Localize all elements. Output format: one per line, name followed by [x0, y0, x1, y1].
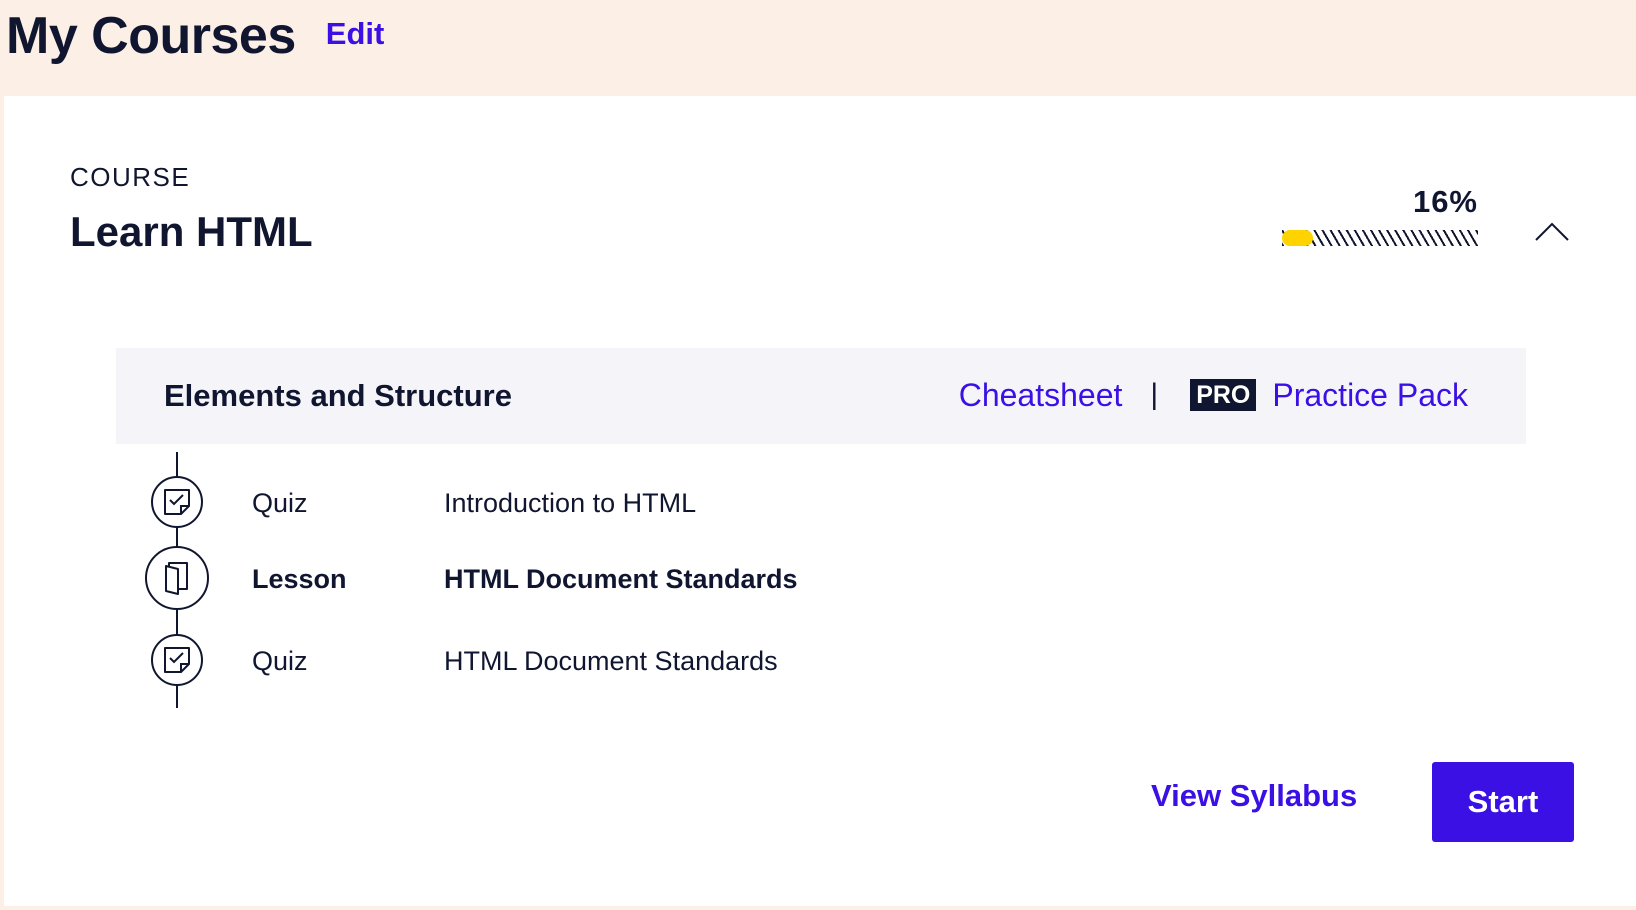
timeline-item-quiz[interactable]: Quiz Introduction to HTML: [142, 470, 942, 536]
lesson-icon: [145, 546, 209, 610]
module-title: Elements and Structure: [164, 378, 512, 413]
module-header: Elements and Structure Cheatsheet | PRO …: [116, 348, 1526, 444]
item-name: HTML Document Standards: [444, 646, 778, 676]
item-name: HTML Document Standards: [444, 564, 798, 594]
module-timeline: Quiz Introduction to HTML Lesson HTML Do…: [142, 452, 942, 712]
item-name: Introduction to HTML: [444, 488, 697, 518]
progress-fill: [1282, 230, 1314, 246]
timeline-item-lesson[interactable]: Lesson HTML Document Standards: [142, 546, 942, 612]
pro-badge: PRO: [1190, 379, 1257, 411]
course-card: COURSE Learn HTML 16% Elements and Struc…: [4, 96, 1636, 906]
start-button[interactable]: Start: [1432, 762, 1574, 842]
progress-percent: 16%: [1412, 184, 1478, 219]
link-divider: |: [1150, 378, 1159, 411]
course-kicker: COURSE: [70, 162, 191, 192]
quiz-icon: [151, 634, 203, 686]
cheatsheet-link[interactable]: Cheatsheet: [959, 377, 1123, 414]
progress-bar: [1282, 230, 1478, 246]
page-title: My Courses: [6, 7, 296, 65]
practice-pack-link[interactable]: Practice Pack: [1272, 377, 1468, 414]
course-progress: 16%: [1282, 184, 1478, 246]
timeline-item-quiz[interactable]: Quiz HTML Document Standards: [142, 628, 942, 694]
view-syllabus-link[interactable]: View Syllabus: [1151, 778, 1357, 814]
item-type: Quiz: [252, 646, 308, 676]
item-type: Lesson: [252, 564, 347, 594]
quiz-icon: [151, 476, 203, 528]
page-header: My Courses Edit: [6, 0, 384, 96]
course-title[interactable]: Learn HTML: [70, 208, 313, 256]
item-type: Quiz: [252, 488, 308, 518]
module-links: Cheatsheet | PRO Practice Pack: [959, 372, 1468, 418]
collapse-button[interactable]: [1530, 216, 1574, 246]
edit-link[interactable]: Edit: [326, 16, 385, 52]
chevron-up-icon: [1535, 222, 1569, 241]
